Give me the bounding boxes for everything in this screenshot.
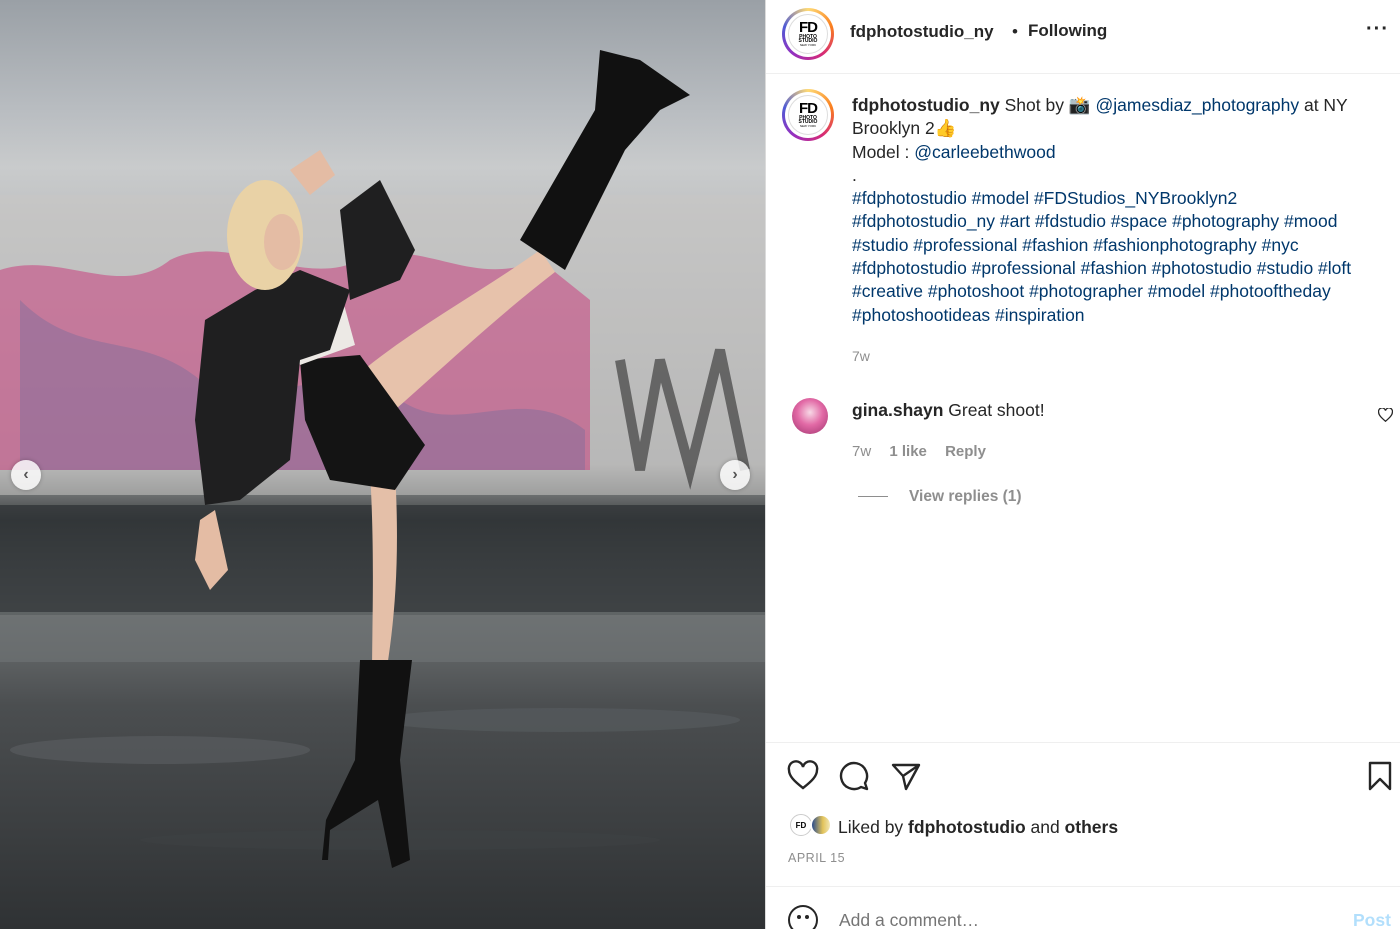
next-photo-button[interactable]: › [720, 460, 750, 490]
previous-photo-button[interactable]: ‹ [11, 460, 41, 490]
comment-box-divider [766, 886, 1400, 887]
photo-illustration [0, 50, 765, 868]
separator-dot: • [1012, 22, 1018, 41]
comment-text: Great shoot! [943, 400, 1045, 420]
comment: gina.shayn Great shoot! [852, 400, 1045, 421]
comment-reply-button[interactable]: Reply [945, 443, 986, 460]
logo-newyork-text: NEW YORK [799, 42, 817, 47]
comment-timestamp[interactable]: 7w [852, 443, 871, 460]
post-comment-button[interactable]: Post [1353, 910, 1391, 929]
commenter-username[interactable]: gina.shayn [852, 400, 943, 420]
fd-studio-logo: FD PHOTO STUDIO NEW YORK [788, 95, 828, 135]
add-comment-input[interactable] [839, 910, 1319, 929]
comment-meta: 7w 1 like Reply [852, 443, 1000, 460]
save-bookmark-icon[interactable] [1364, 760, 1396, 792]
post-photo[interactable]: ‹ › [0, 0, 765, 929]
caption-author-avatar[interactable]: FD PHOTO STUDIO NEW YORK [782, 89, 834, 141]
caption-dot: . [852, 164, 857, 185]
caption-text: Shot by 📸 [999, 95, 1096, 115]
logo-fd-text: FD [799, 100, 818, 118]
comment-likes-count[interactable]: 1 like [889, 443, 927, 460]
logo-newyork-text: NEW YORK [799, 123, 817, 128]
emoji-picker-icon[interactable] [788, 905, 818, 929]
fd-studio-logo: FD PHOTO STUDIO NEW YORK [788, 14, 828, 54]
photographer-mention-link[interactable]: @jamesdiaz_photography [1096, 95, 1300, 115]
model-mention-link[interactable]: @carleebethwood [914, 142, 1055, 162]
post-caption: fdphotostudio_ny Shot by 📸 @jamesdiaz_ph… [852, 94, 1382, 327]
author-username[interactable]: fdphotostudio_ny [850, 22, 994, 42]
liker-avatar-other[interactable] [810, 814, 832, 836]
post-header: FD PHOTO STUDIO NEW YORK fdphotostudio_n… [766, 0, 1400, 74]
view-replies-button[interactable]: View replies (1) [909, 488, 1022, 506]
actions-divider [766, 742, 1400, 743]
model-label: Model : [852, 141, 915, 162]
commenter-avatar[interactable] [792, 398, 828, 434]
liked-by-summary: Liked by fdphotostudio and others [838, 817, 1118, 838]
comment-bubble-icon[interactable] [838, 760, 870, 792]
liked-by-prefix: Liked by [838, 817, 909, 837]
post-details-panel: FD PHOTO STUDIO NEW YORK fdphotostudio_n… [765, 0, 1400, 929]
author-avatar[interactable]: FD PHOTO STUDIO NEW YORK [782, 8, 834, 60]
hashtag-list[interactable]: #fdphotostudio #model #FDStudios_NYBrook… [852, 188, 1351, 324]
liked-by-user-link[interactable]: fdphotostudio [908, 817, 1026, 837]
caption-timestamp[interactable]: 7w [852, 348, 870, 364]
liker-logo-text: FD [795, 820, 807, 830]
view-replies-divider [858, 496, 888, 497]
like-heart-icon[interactable] [787, 760, 819, 792]
logo-fd-text: FD [799, 19, 818, 37]
liker-avatar-fdphotostudio[interactable]: FD [790, 814, 812, 836]
caption-username[interactable]: fdphotostudio_ny [852, 95, 1000, 115]
following-button[interactable]: Following [1028, 21, 1107, 41]
comment-like-heart-icon[interactable] [1378, 408, 1393, 422]
liked-by-others-link[interactable]: others [1065, 817, 1118, 837]
post-date[interactable]: APRIL 15 [788, 851, 845, 865]
liked-by-middle: and [1025, 817, 1065, 837]
share-paper-plane-icon[interactable] [890, 760, 922, 792]
more-options-icon[interactable]: ··· [1366, 18, 1389, 41]
